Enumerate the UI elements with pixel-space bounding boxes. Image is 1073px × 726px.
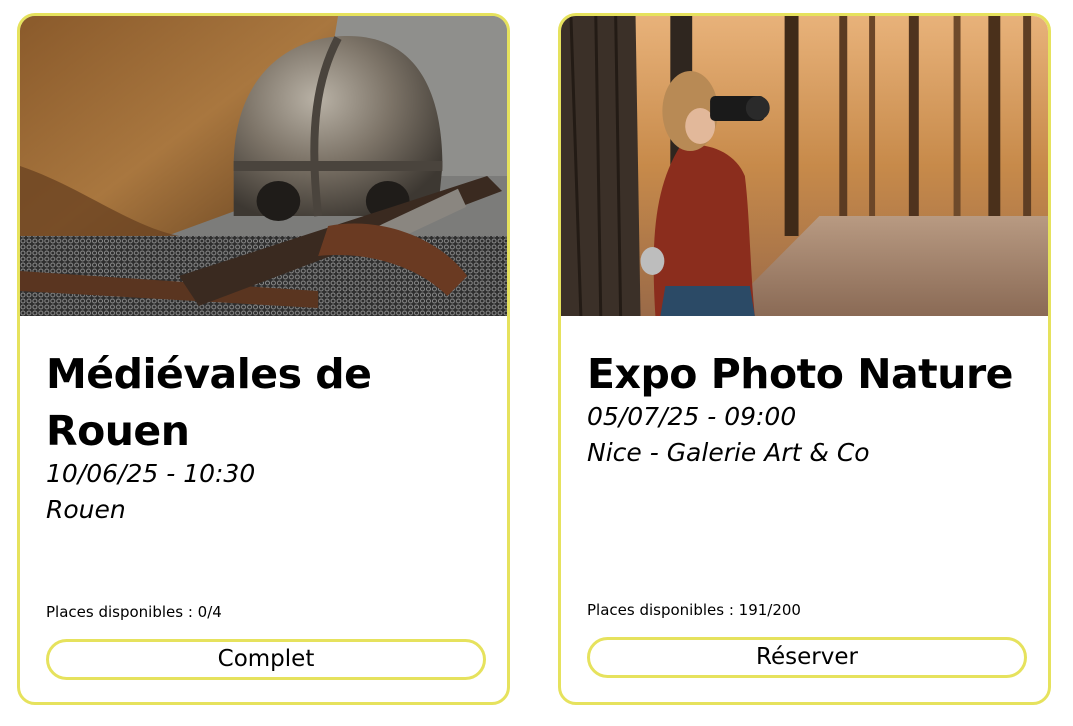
event-card: Expo Photo Nature 05/07/25 - 09:00 Nice … — [558, 13, 1051, 705]
available-seats: Places disponibles : 0/4 — [46, 603, 222, 621]
full-button[interactable]: Complet — [46, 639, 486, 680]
event-location: Nice - Galerie Art & Co — [587, 438, 870, 467]
photographer-forest-photo — [561, 16, 1048, 316]
event-title: Expo Photo Nature — [587, 350, 1013, 398]
event-title: Médiévales de Rouen — [46, 350, 372, 455]
reserve-button[interactable]: Réserver — [587, 637, 1027, 678]
event-card: Médiévales de Rouen 10/06/25 - 10:30 Rou… — [17, 13, 510, 705]
event-date: 10/06/25 - 10:30 — [46, 459, 256, 488]
event-date: 05/07/25 - 09:00 — [587, 402, 797, 431]
event-card-list: Médiévales de Rouen 10/06/25 - 10:30 Rou… — [0, 0, 1073, 726]
event-location: Rouen — [46, 495, 126, 524]
available-seats: Places disponibles : 191/200 — [587, 601, 801, 619]
medieval-helmet-photo — [20, 16, 507, 316]
